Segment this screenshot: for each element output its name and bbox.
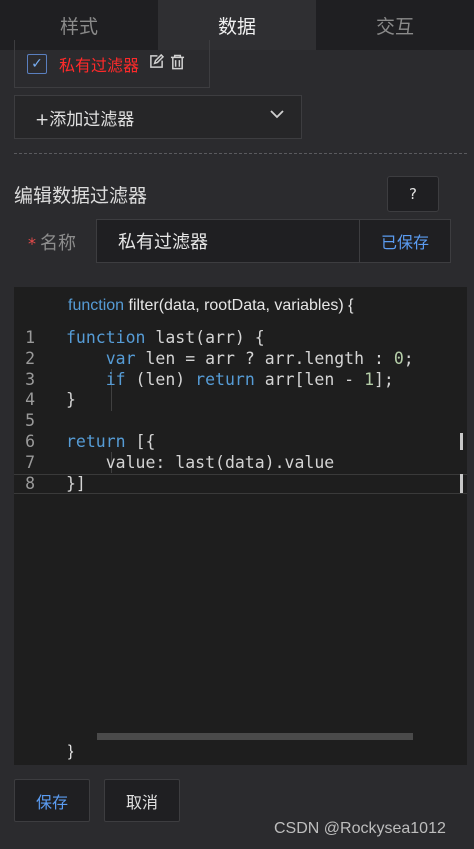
tab-interaction[interactable]: 交互 [316,0,474,50]
code-line: 2 var len = arr ? arr.length : 0; [14,349,467,370]
watermark: CSDN @Rockysea1012 [274,820,446,837]
function-closing-brace: } [68,743,74,760]
code-text: function last(arr) { [66,328,265,347]
code-text: value: last(data).value [66,452,335,472]
horizontal-scrollbar[interactable] [97,733,413,740]
required-mark: * [28,234,36,253]
line-number: 5 [25,411,35,431]
saved-button[interactable]: 已保存 [359,219,451,263]
code-line: 5 [14,411,467,432]
code-text: } [66,390,76,410]
add-filter-dropdown[interactable]: +添加过滤器 [14,95,302,139]
function-signature: function filter(data, rootData, variable… [68,297,353,315]
code-line: 1 function last(arr) { [14,328,467,349]
code-line: 6 return [{ [14,432,467,453]
filter-list-item[interactable]: ✓ 私有过滤器 [14,40,210,88]
line-number: 2 [25,348,35,368]
code-line: 7 value: last(data).value [14,453,467,474]
line-number: 7 [25,452,35,472]
line-number: 4 [25,390,35,410]
line-number: 6 [25,431,35,451]
filter-item-name[interactable]: 私有过滤器 [59,52,139,76]
chevron-down-icon [270,110,284,119]
add-filter-label: +添加过滤器 [35,109,135,130]
code-editor[interactable]: function filter(data, rootData, variable… [14,287,467,765]
scroll-marker [460,433,463,450]
line-number: 1 [25,328,35,347]
name-label-text: 名称 [40,233,76,254]
edit-icon[interactable] [149,53,165,73]
code-text: var len = arr ? arr.length : 0; [105,348,414,368]
save-button[interactable]: 保存 [14,779,90,822]
name-label: * 名称 [28,229,76,255]
cancel-button[interactable]: 取消 [104,779,180,822]
name-input[interactable]: 私有过滤器 [96,219,360,263]
line-number: 8 [25,473,35,493]
function-keyword: function [68,297,125,314]
code-line: 4} [14,390,467,411]
code-area[interactable]: 1 function last(arr) { 2 var len = arr ? … [14,328,467,494]
code-text: return [{ [66,431,156,451]
code-line-current: 8}] [14,474,467,495]
trash-icon[interactable] [170,54,185,74]
function-signature-rest: filter(data, rootData, variables) { [124,297,354,314]
filter-checkbox[interactable]: ✓ [27,53,47,74]
section-divider [14,153,467,154]
help-button[interactable]: ? [387,176,439,212]
code-text: }] [66,473,86,493]
scroll-marker [460,474,463,493]
code-text: if (len) return arr[len - 1]; [105,369,394,389]
section-title: 编辑数据过滤器 [14,185,148,207]
code-line: 3 if (len) return arr[len - 1]; [14,370,467,391]
line-number: 3 [25,369,35,389]
